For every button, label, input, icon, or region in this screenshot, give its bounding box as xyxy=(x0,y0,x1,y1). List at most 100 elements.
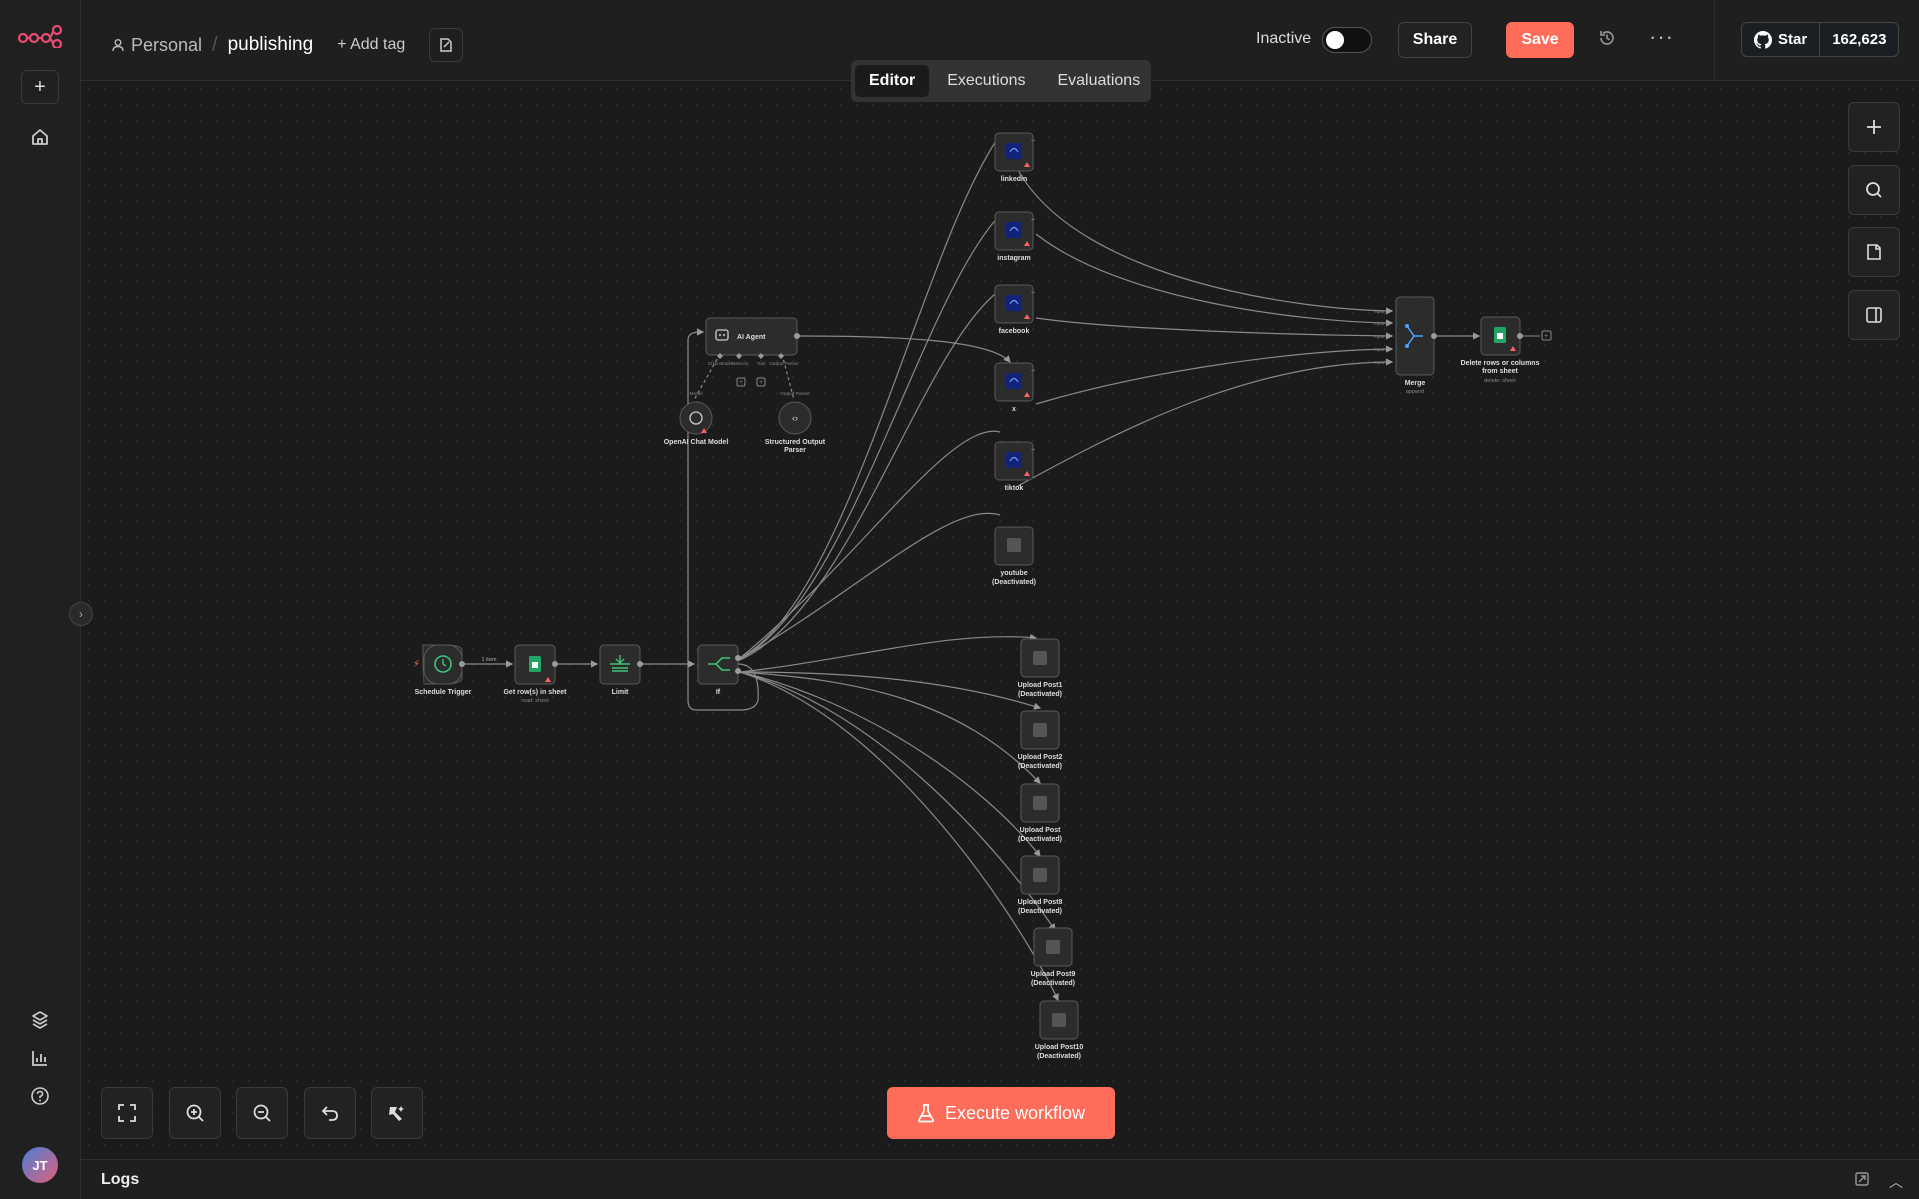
node-facebook[interactable]: → facebook xyxy=(994,284,1036,335)
svg-text:+: + xyxy=(759,380,763,386)
expand-sidebar-chevron-icon[interactable]: › xyxy=(69,602,93,626)
view-tabs: Editor Executions Evaluations xyxy=(851,60,1151,102)
node-upload-post1[interactable]: Upload Post1 (Deactivated) xyxy=(1018,638,1063,698)
node-upload-post9[interactable]: Upload Post9 (Deactivated) xyxy=(1031,927,1076,987)
svg-text:(Deactivated): (Deactivated) xyxy=(1037,1053,1081,1060)
merge-input-4: Input 4 xyxy=(1374,347,1388,352)
get-rows-subtitle: read: sheet xyxy=(521,698,549,704)
svg-text:Upload Post: Upload Post xyxy=(1020,827,1062,834)
youtube-label: youtube xyxy=(1000,570,1027,577)
zoom-in-icon[interactable] xyxy=(169,1087,221,1139)
model-port-label: Model xyxy=(689,391,702,397)
node-x[interactable]: → x xyxy=(994,362,1036,413)
schedule-trigger-label: Schedule Trigger xyxy=(415,689,472,696)
svg-text:Upload Post2: Upload Post2 xyxy=(1018,754,1063,761)
svg-text:(Deactivated): (Deactivated) xyxy=(1018,908,1062,915)
pop-out-icon[interactable] xyxy=(1854,1171,1870,1192)
merge-input-2: Input 2 xyxy=(1374,321,1388,326)
node-upload-post2[interactable]: Upload Post2 (Deactivated) xyxy=(1018,710,1063,770)
svg-text:→: → xyxy=(1030,289,1036,295)
port-memory: Memory xyxy=(731,361,749,367)
app-window: + JT › Personal / publishing + Add tag I… xyxy=(0,0,1919,1199)
svg-text:Upload Post9: Upload Post9 xyxy=(1031,971,1076,978)
parser-label-line1: Structured Output xyxy=(765,439,826,446)
undo-icon[interactable] xyxy=(304,1087,356,1139)
logs-panel-bar[interactable]: Logs ︿ xyxy=(81,1159,1919,1199)
port-chat-model: Chat Model xyxy=(708,361,733,367)
execute-workflow-label: Execute workflow xyxy=(944,1102,1086,1123)
if-label: If xyxy=(716,689,721,696)
tab-executions[interactable]: Executions xyxy=(933,65,1039,97)
svg-text:→: → xyxy=(1030,216,1036,222)
get-rows-label: Get row(s) in sheet xyxy=(503,689,567,696)
zoom-fit-icon[interactable] xyxy=(101,1087,153,1139)
ai-agent-label: AI Agent xyxy=(737,334,766,341)
svg-text:(Deactivated): (Deactivated) xyxy=(1031,980,1075,987)
chevron-up-icon[interactable]: ︿ xyxy=(1889,1172,1903,1192)
panel-icon[interactable] xyxy=(1848,290,1900,340)
node-upload-post[interactable]: Upload Post (Deactivated) xyxy=(1018,783,1062,843)
execute-workflow-button[interactable]: Execute workflow xyxy=(887,1087,1115,1139)
instagram-label: instagram xyxy=(997,255,1030,262)
tab-editor[interactable]: Editor xyxy=(855,65,930,97)
merge-label: Merge xyxy=(1405,380,1426,387)
workflow-canvas[interactable]: ⚡ Schedule Trigger 1 item Get row(s) in … xyxy=(81,81,1919,1159)
trigger-bolt-icon: ⚡ xyxy=(413,659,420,670)
node-schedule-trigger[interactable]: ⚡ Schedule Trigger xyxy=(413,644,472,696)
node-upload-post8[interactable]: Upload Post8 (Deactivated) xyxy=(1018,855,1063,915)
svg-text:→: → xyxy=(1030,446,1036,452)
flask-icon xyxy=(917,1104,934,1123)
node-merge[interactable]: Input 1 Input 2 Input 3 Input 4 Input 5 … xyxy=(1374,296,1437,395)
svg-text:→: → xyxy=(1030,137,1036,143)
svg-text:(Deactivated): (Deactivated) xyxy=(1018,691,1062,698)
node-delete-rows[interactable]: + Delete rows or columns from sheet dele… xyxy=(1461,316,1552,384)
svg-text:Upload Post10: Upload Post10 xyxy=(1035,1044,1084,1051)
node-structured-output-parser[interactable]: Output Parser ‹› Structured Output Parse… xyxy=(765,391,826,454)
node-linkedin[interactable]: → linkedin xyxy=(994,132,1036,183)
youtube-deactivated-label: (Deactivated) xyxy=(992,579,1036,586)
tiktok-label: tiktok xyxy=(1005,485,1024,492)
sticky-note-icon[interactable] xyxy=(1848,227,1900,277)
merge-subtitle: append xyxy=(1406,389,1424,395)
node-get-rows[interactable]: Get row(s) in sheet read: sheet xyxy=(503,644,567,704)
node-if[interactable]: If xyxy=(697,644,741,696)
node-openai-chat-model[interactable]: Model OpenAI Chat Model xyxy=(664,391,729,446)
svg-text:(Deactivated): (Deactivated) xyxy=(1018,836,1062,843)
openai-label: OpenAI Chat Model xyxy=(664,439,729,446)
node-ai-agent[interactable]: AI Agent Chat Model Memory Tool Output P… xyxy=(705,317,800,387)
node-upload-post10[interactable]: Upload Post10 (Deactivated) xyxy=(1035,1000,1084,1060)
node-limit[interactable]: Limit xyxy=(599,644,643,696)
logs-label: Logs xyxy=(101,1171,140,1188)
limit-label: Limit xyxy=(612,689,629,696)
facebook-label: facebook xyxy=(999,328,1030,335)
workflow-graph: ⚡ Schedule Trigger 1 item Get row(s) in … xyxy=(413,132,1552,1060)
delete-rows-subtitle: delete: sheet xyxy=(1484,378,1516,384)
merge-input-1: Input 1 xyxy=(1374,309,1388,314)
node-tiktok[interactable]: → tiktok xyxy=(994,441,1036,492)
add-node-plus-icon[interactable] xyxy=(1848,102,1900,152)
x-label: x xyxy=(1012,406,1016,413)
svg-text:→: → xyxy=(1030,367,1036,373)
connections xyxy=(462,134,1481,1002)
svg-text:Upload Post8: Upload Post8 xyxy=(1018,899,1063,906)
svg-text:+: + xyxy=(1544,333,1548,340)
linkedin-label: linkedin xyxy=(1001,176,1027,183)
svg-text:(Deactivated): (Deactivated) xyxy=(1018,763,1062,770)
zoom-out-icon[interactable] xyxy=(236,1087,288,1139)
tidy-up-icon[interactable] xyxy=(371,1087,423,1139)
parser-label-line2: Parser xyxy=(784,447,806,454)
merge-input-5: Input 5 xyxy=(1374,360,1388,365)
code-brackets-icon: ‹› xyxy=(792,413,798,423)
svg-text:Upload Post1: Upload Post1 xyxy=(1018,682,1063,689)
item-count-label: 1 item xyxy=(482,657,497,663)
parser-port-label: Output Parser xyxy=(780,391,810,397)
delete-rows-label-line2: from sheet xyxy=(1482,368,1518,375)
port-tool: Tool xyxy=(757,361,766,367)
node-youtube[interactable]: youtube (Deactivated) xyxy=(992,526,1036,586)
node-instagram[interactable]: → instagram xyxy=(994,211,1036,262)
search-icon[interactable] xyxy=(1848,165,1900,215)
port-output-parser: Output Parser xyxy=(769,361,799,367)
delete-rows-label-line1: Delete rows or columns xyxy=(1461,360,1540,367)
svg-text:+: + xyxy=(739,380,743,386)
tab-evaluations[interactable]: Evaluations xyxy=(1043,65,1154,97)
